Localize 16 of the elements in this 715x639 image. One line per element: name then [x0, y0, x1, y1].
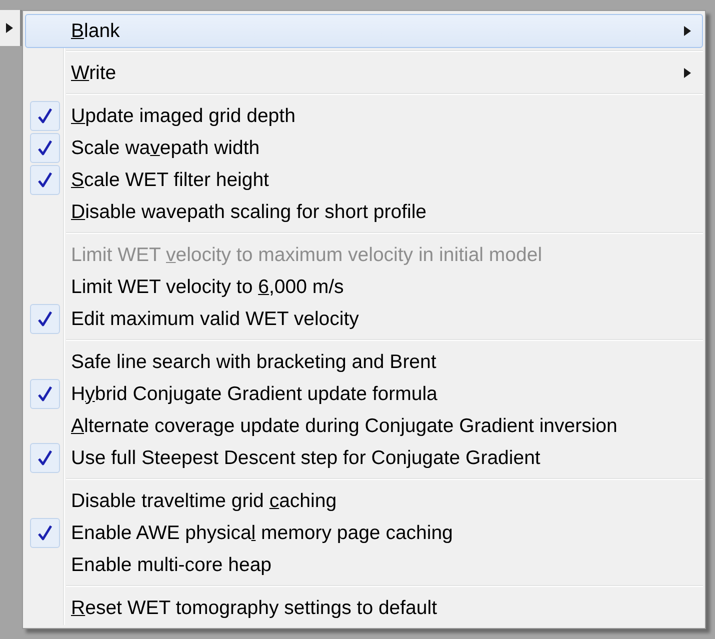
- menu-item[interactable]: Write: [25, 57, 703, 89]
- menu-item[interactable]: Limit WET velocity to 6,000 m/s: [25, 271, 703, 303]
- menu-item[interactable]: Hybrid Conjugate Gradient update formula: [25, 378, 703, 410]
- menu-item[interactable]: Scale WET filter height: [25, 164, 703, 196]
- menu-item[interactable]: Reset WET tomography settings to default: [25, 592, 703, 624]
- menu-item[interactable]: Blank: [25, 14, 703, 48]
- menu-item[interactable]: Enable multi-core heap: [25, 549, 703, 581]
- menu-item[interactable]: Edit maximum valid WET velocity: [25, 303, 703, 335]
- menu-item[interactable]: Use full Steepest Descent step for Conjugate Gradient: [25, 442, 703, 474]
- menu-item[interactable]: Alternate coverage update during Conjugate Gradient inversion: [25, 410, 703, 442]
- menu-item[interactable]: Enable AWE physical memory page caching: [25, 517, 703, 549]
- menu-item[interactable]: Disable wavepath scaling for short profile: [25, 196, 703, 228]
- menu-item[interactable]: Safe line search with bracketing and Brent: [25, 346, 703, 378]
- menu-item[interactable]: Scale wavepath width: [25, 132, 703, 164]
- menu-item[interactable]: Update imaged grid depth: [25, 100, 703, 132]
- menu-item[interactable]: Disable traveltime grid caching: [25, 485, 703, 517]
